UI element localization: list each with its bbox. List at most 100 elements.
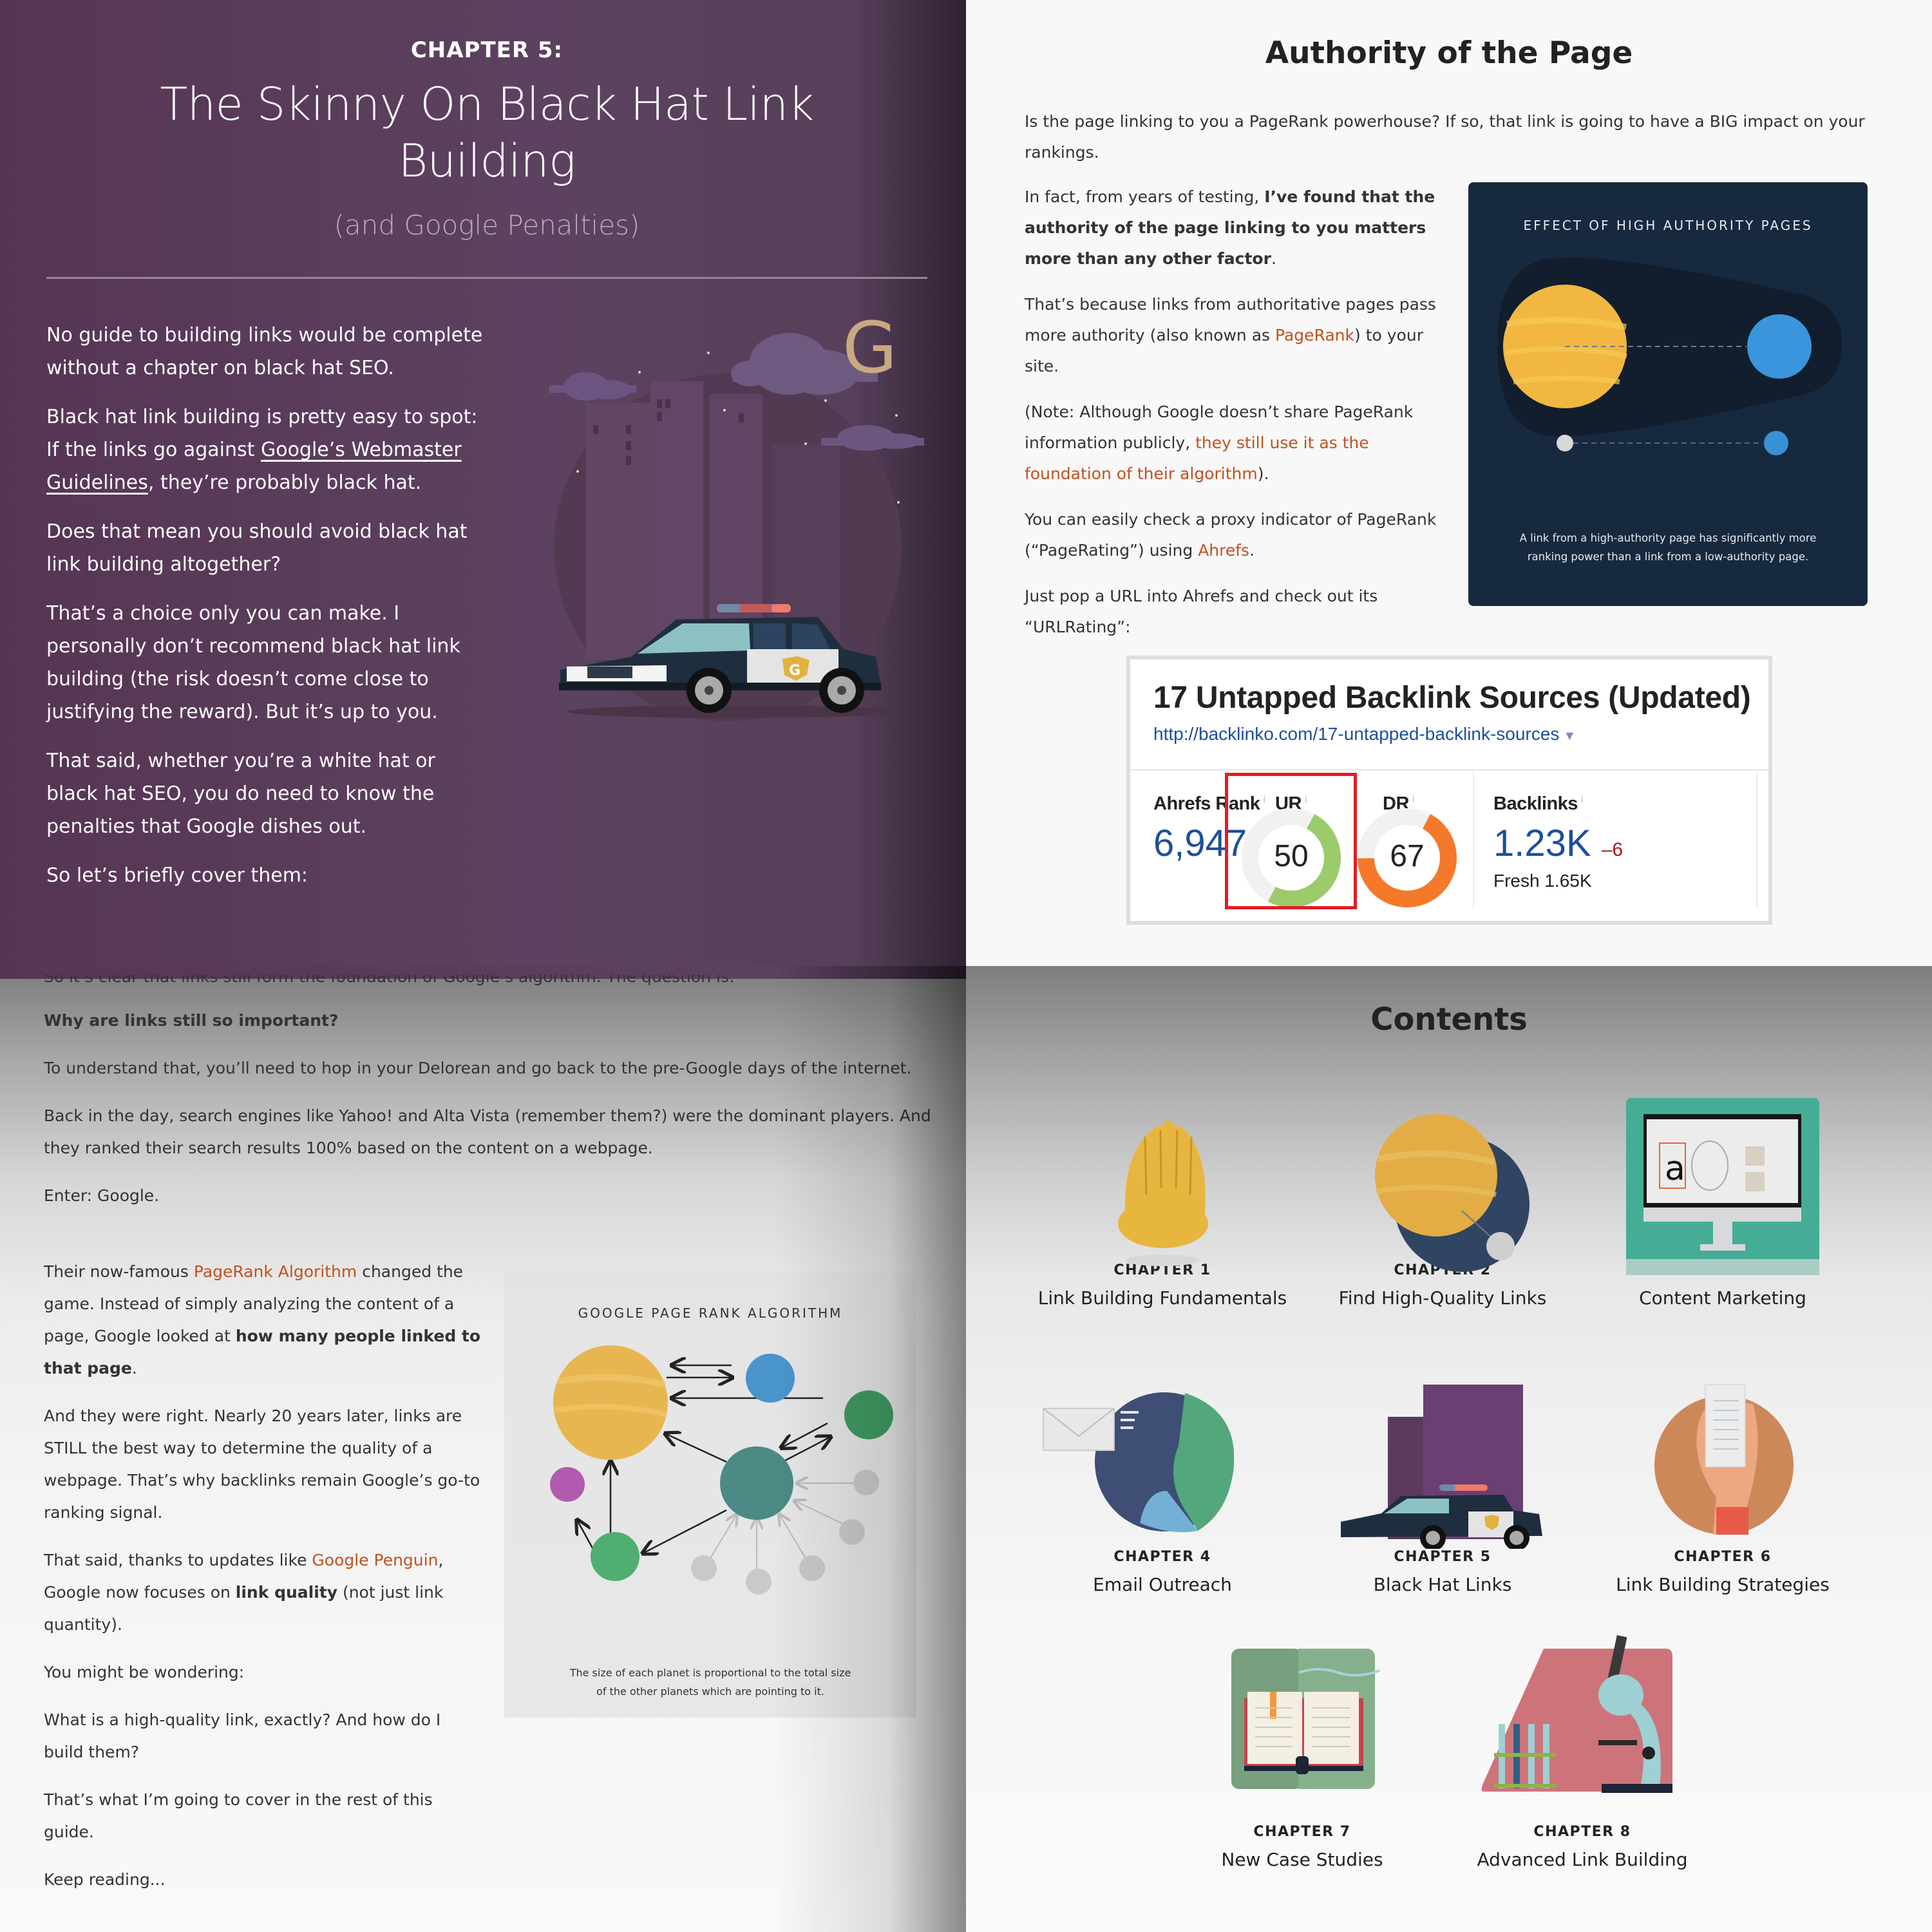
cloud xyxy=(549,372,636,401)
city-night-scene: G G xyxy=(549,307,924,721)
chapter-1-link[interactable]: CHAPTER 1 Link Building Fundamentals xyxy=(1024,1063,1301,1309)
text: , they’re probably black hat. xyxy=(147,471,422,494)
chapter-6-link[interactable]: CHAPTER 6 Link Building Strategies xyxy=(1584,1349,1861,1595)
green-planet-small xyxy=(591,1532,639,1581)
body-paragraph: That said, thanks to updates like Google… xyxy=(44,1544,482,1641)
chapter-7-link[interactable]: CHAPTER 7 New Case Studies xyxy=(1164,1624,1441,1870)
label-text: Backlinks xyxy=(1493,793,1578,814)
chapter5-intro-panel: CHAPTER 5: The Skinny On Black Hat Link … xyxy=(0,0,966,966)
monitor-icon: a xyxy=(1584,1063,1861,1275)
caption-line: of the other planets which are pointing … xyxy=(596,1685,824,1698)
dropdown-caret-icon[interactable]: ▼ xyxy=(1563,729,1576,743)
ur-highlight-box xyxy=(1225,773,1357,909)
open-book-icon xyxy=(1164,1624,1441,1824)
body-paragraph: (Note: Although Google doesn’t share Pag… xyxy=(1025,397,1443,489)
authority-panel: Authority of the Page Is the page linkin… xyxy=(966,0,1932,966)
body-paragraph: Their now-famous PageRank Algorithm chan… xyxy=(44,1256,482,1385)
chapter-number: CHAPTER 8 xyxy=(1533,1824,1631,1840)
body-paragraph: Keep reading... xyxy=(44,1870,166,1889)
chapter-number: CHAPTER 4 xyxy=(1113,1549,1211,1565)
body-paragraph: That’s what I’m going to cover in the re… xyxy=(44,1790,433,1841)
text: . xyxy=(1249,541,1255,560)
body-paragraph: To understand that, you’ll need to hop i… xyxy=(44,1059,912,1077)
chapter-number: CHAPTER 6 xyxy=(1674,1549,1772,1565)
largest-planet xyxy=(553,1345,668,1460)
pagerank-planet-graph xyxy=(550,1345,893,1595)
google-g-letter: G xyxy=(842,309,897,389)
authority-body: In fact, from years of testing, I’ve fou… xyxy=(1025,182,1443,658)
infographic-caption: A link from a high-authority page has si… xyxy=(1468,529,1868,566)
ahrefs-metrics-screenshot: 17 Untapped Backlink Sources (Updated) h… xyxy=(1126,656,1772,925)
divider xyxy=(1130,769,1768,771)
question-heading: Why are links still so important? xyxy=(44,1005,933,1037)
blue-planet xyxy=(746,1354,795,1403)
caption-line: The size of each planet is proportional … xyxy=(569,1667,851,1679)
body-paragraph: Back in the day, search engines like Yah… xyxy=(44,1106,931,1157)
diagram-title: GOOGLE PAGE RANK ALGORITHM xyxy=(578,1305,843,1321)
ahrefs-url: http://backlinko.com/17-untapped-backlin… xyxy=(1153,724,1576,744)
chapter-title-line2: Building xyxy=(398,135,576,187)
ahrefs-page-title: 17 Untapped Backlink Sources (Updated) xyxy=(1153,681,1751,715)
chapter-number: CHAPTER 7 xyxy=(1253,1824,1351,1840)
text: That said, thanks to updates like xyxy=(44,1551,312,1569)
chapter-name: Content Marketing xyxy=(1639,1287,1806,1309)
chapter-subtitle: (and Google Penalties) xyxy=(334,209,640,241)
small-blue-planet xyxy=(1764,431,1788,455)
small-grey-planet xyxy=(1557,435,1573,451)
info-icon[interactable]: i xyxy=(1581,794,1584,805)
chapter-3-link[interactable]: a CHAPTER 3 Content Marketing xyxy=(1584,1063,1861,1309)
green-planet xyxy=(844,1390,893,1439)
hard-hat-icon xyxy=(1024,1063,1301,1266)
infographic-title: EFFECT OF HIGH AUTHORITY PAGES xyxy=(1523,218,1813,233)
text: ). xyxy=(1257,464,1269,483)
contents-panel: Contents CHAPTER 1 Link Building Fundame… xyxy=(966,966,1932,1932)
dr-metric: DR i 67 xyxy=(1356,773,1472,909)
chapter-2-link[interactable]: CHAPTER 2 Find High-Quality Links xyxy=(1304,1063,1581,1309)
chapter-name: Black Hat Links xyxy=(1373,1574,1512,1595)
info-icon[interactable]: i xyxy=(1412,794,1415,805)
body-paragraph: You can easily check a proxy indicator o… xyxy=(1025,504,1443,566)
high-authority-infographic: EFFECT OF HIGH AUTHORITY PAGES A link fr… xyxy=(1468,182,1868,606)
body-paragraph: Just pop a URL into Ahrefs and check out… xyxy=(1025,587,1378,636)
caption-line: ranking power than a link from a low-aut… xyxy=(1527,551,1809,563)
dr-gauge: 67 xyxy=(1356,806,1459,909)
body-paragraph: And they were right. Nearly 20 years lat… xyxy=(44,1406,480,1522)
divider xyxy=(46,277,927,279)
diagram-caption: The size of each planet is proportional … xyxy=(504,1663,916,1701)
pagerank-diagram: GOOGLE PAGE RANK ALGORITHM The size of e… xyxy=(504,1272,916,1718)
planet-icon xyxy=(1304,1063,1581,1272)
chapter-eyebrow: CHAPTER 5: xyxy=(410,37,564,63)
divider xyxy=(1473,773,1474,908)
google-penguin-link[interactable]: Google Penguin xyxy=(312,1551,438,1569)
bold-text: link quality xyxy=(235,1583,338,1602)
blue-planet xyxy=(1747,314,1812,379)
chapter-name: Find High-Quality Links xyxy=(1338,1287,1547,1309)
pagerank-link[interactable]: PageRank xyxy=(1275,326,1354,345)
building xyxy=(586,402,654,660)
why-links-body: Their now-famous PageRank Algorithm chan… xyxy=(44,1256,482,1911)
ahrefs-link[interactable]: Ahrefs xyxy=(1198,541,1249,560)
svg-text:a: a xyxy=(1665,1150,1685,1188)
globe-mail-icon xyxy=(1024,1349,1301,1549)
ahrefs-url-link[interactable]: http://backlinko.com/17-untapped-backlin… xyxy=(1153,724,1559,744)
section-heading: Authority of the Page xyxy=(1265,35,1633,71)
chapter-5-link[interactable]: CHAPTER 5 Black Hat Links xyxy=(1304,1349,1581,1595)
contents-heading: Contents xyxy=(1370,1001,1528,1037)
intro-paragraph: Black hat link building is pretty easy t… xyxy=(46,401,484,499)
purple-planet xyxy=(550,1467,585,1502)
intro-paragraph: So let’s briefly cover them: xyxy=(46,864,308,887)
dr-value: 67 xyxy=(1390,839,1425,873)
chapter-4-link[interactable]: CHAPTER 4 Email Outreach xyxy=(1024,1349,1301,1595)
body-paragraph: In fact, from years of testing, I’ve fou… xyxy=(1025,182,1443,274)
caption-line: A link from a high-authority page has si… xyxy=(1519,532,1817,544)
text: Their now-famous xyxy=(44,1262,194,1281)
intro-paragraph: No guide to building links would be comp… xyxy=(46,324,483,379)
chapter-title: The Skinny On Black Hat Link Building xyxy=(0,76,966,189)
police-car-city-illustration: G G xyxy=(528,307,927,811)
pagerank-algorithm-link[interactable]: PageRank Algorithm xyxy=(194,1262,357,1281)
why-links-panel: So it’s clear that links still form the … xyxy=(0,966,966,1932)
body-paragraph: Enter: Google. xyxy=(44,1186,160,1205)
chapter-number: CHAPTER 5 xyxy=(1394,1549,1492,1565)
chapter-name: New Case Studies xyxy=(1221,1849,1383,1870)
chapter-8-link[interactable]: CHAPTER 8 Advanced Link Building xyxy=(1444,1624,1721,1870)
